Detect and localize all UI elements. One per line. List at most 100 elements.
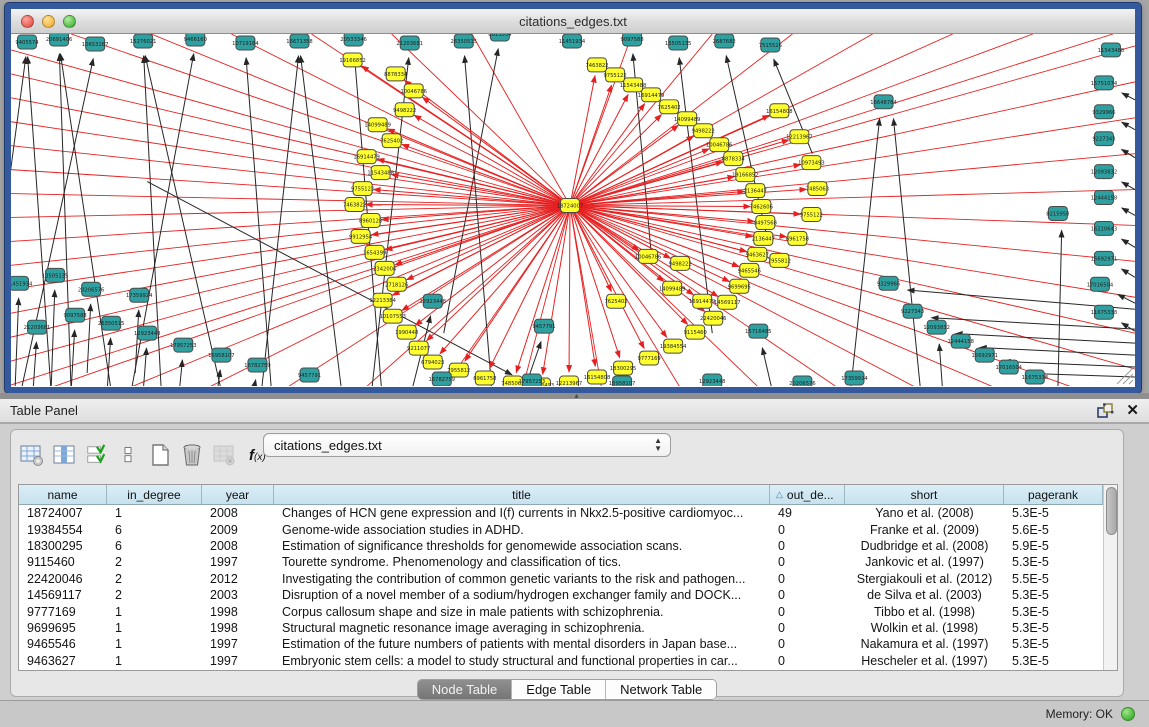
table-cell[interactable]: 2008 — [202, 506, 274, 520]
column-header-year[interactable]: year — [202, 485, 274, 504]
table-cell[interactable]: 9115460 — [19, 555, 107, 569]
table-row[interactable]: 1830029562008Estimation of significance … — [19, 538, 1103, 554]
network-node[interactable]: 20691406 — [46, 34, 72, 46]
table-row[interactable]: 1938455462009Genome-wide association stu… — [19, 521, 1103, 537]
table-cell[interactable]: de Silva et al. (2003) — [845, 588, 1004, 602]
network-node[interactable]: 15692971 — [971, 348, 997, 362]
network-node[interactable]: 19166852 — [732, 168, 758, 182]
network-node[interactable]: 15751074 — [1091, 76, 1118, 90]
table-row[interactable]: 946554611997Estimation of the future num… — [19, 636, 1103, 652]
network-node[interactable]: 6961758 — [473, 371, 496, 385]
network-hub-node[interactable]: 18724007 — [557, 199, 583, 213]
network-node[interactable]: 6794023 — [421, 355, 444, 369]
network-node[interactable]: 2136447 — [752, 231, 775, 245]
network-node[interactable]: 2136447 — [744, 184, 767, 198]
delete-trash-button[interactable] — [179, 442, 205, 468]
network-node[interactable]: 10719184 — [232, 36, 259, 50]
network-node[interactable]: 16958107 — [208, 348, 234, 362]
network-node[interactable]: 16210643 — [1091, 221, 1117, 235]
table-cell[interactable]: 22420046 — [19, 572, 107, 586]
table-cell[interactable]: 1 — [107, 654, 202, 668]
table-cell[interactable]: 18724007 — [19, 506, 107, 520]
network-node[interactable]: 10973493 — [798, 156, 824, 170]
network-node[interactable]: 16154808 — [766, 104, 792, 118]
minimize-window-button[interactable] — [42, 15, 55, 28]
network-node[interactable]: 20533346 — [340, 34, 366, 46]
network-node[interactable]: 16648784 — [870, 95, 897, 109]
network-node[interactable]: 7625402 — [380, 134, 403, 148]
table-cell[interactable]: 0 — [770, 523, 845, 537]
table-cell[interactable]: 2008 — [202, 539, 274, 553]
network-node[interactable]: 13505135 — [42, 268, 68, 282]
network-node[interactable]: 1990448 — [395, 325, 418, 339]
table-cell[interactable]: 0 — [770, 605, 845, 619]
network-node[interactable]: 13505135 — [665, 36, 691, 50]
table-cell[interactable]: 1 — [107, 637, 202, 651]
table-cell[interactable]: 9465546 — [19, 637, 107, 651]
network-node[interactable]: 26350515 — [98, 316, 124, 330]
network-node[interactable]: 9097588 — [621, 34, 644, 46]
network-node[interactable]: 10046786 — [706, 138, 732, 152]
table-row[interactable]: 2242004622012Investigating the contribut… — [19, 571, 1103, 587]
tab-edge-table[interactable]: Edge Table — [512, 680, 606, 699]
table-cell[interactable]: 14569117 — [19, 588, 107, 602]
network-node[interactable]: 7462606 — [750, 200, 773, 214]
network-node[interactable]: 7515526 — [759, 38, 782, 52]
table-cell[interactable]: 1998 — [202, 605, 274, 619]
table-cell[interactable]: Stergiakouli et al. (2012) — [845, 572, 1004, 586]
network-node[interactable]: 2718126 — [385, 277, 408, 291]
network-node[interactable]: 9912954 — [349, 229, 373, 243]
network-node[interactable]: 11451934 — [11, 276, 33, 290]
table-cell[interactable]: 1998 — [202, 621, 274, 635]
network-node[interactable]: 15276021 — [130, 34, 156, 48]
memory-ok-indicator-icon[interactable] — [1121, 707, 1135, 721]
table-cell[interactable]: 0 — [770, 637, 845, 651]
network-node[interactable]: 12923448 — [699, 374, 725, 386]
table-cell[interactable]: 5.9E-5 — [1004, 539, 1103, 553]
network-node[interactable]: 12923448 — [420, 294, 446, 308]
table-cell[interactable]: Wolkin et al. (1998) — [845, 621, 1004, 635]
network-node[interactable]: 17016504 — [1087, 277, 1114, 291]
network-node[interactable]: 16958107 — [609, 376, 635, 386]
table-row[interactable]: 946362711997Embryonic stem cells: a mode… — [19, 653, 1103, 669]
network-node[interactable]: 16914479 — [353, 150, 379, 164]
network-node[interactable]: 17359924 — [841, 371, 868, 385]
table-cell[interactable]: 0 — [770, 654, 845, 668]
table-cell[interactable]: 1 — [107, 605, 202, 619]
table-cell[interactable]: 1 — [107, 506, 202, 520]
network-node[interactable]: 17016504 — [996, 360, 1023, 374]
new-document-button[interactable] — [147, 442, 173, 468]
table-cell[interactable]: 2 — [107, 572, 202, 586]
tab-network-table[interactable]: Network Table — [606, 680, 716, 699]
network-node[interactable]: 11543488 — [367, 166, 393, 180]
network-node[interactable]: 9329966 — [877, 276, 900, 290]
column-header-name[interactable]: name — [19, 485, 107, 504]
network-node[interactable]: 7955812 — [768, 253, 791, 267]
table-cell[interactable]: Disruption of a novel member of a sodium… — [274, 588, 770, 602]
network-window-titlebar[interactable]: citations_edges.txt — [11, 9, 1135, 34]
network-node[interactable]: 9777169 — [638, 351, 661, 365]
network-node[interactable]: 12213967 — [786, 130, 812, 144]
network-node[interactable]: 12213384 — [369, 293, 396, 307]
table-cell[interactable]: 5.3E-5 — [1004, 637, 1103, 651]
select-columns-button[interactable] — [83, 442, 109, 468]
network-node[interactable]: 15692971 — [1091, 251, 1117, 265]
table-cell[interactable]: 0 — [770, 572, 845, 586]
network-node[interactable]: 10046786 — [400, 84, 426, 98]
table-cell[interactable]: Changes of HCN gene expression and I(f) … — [274, 506, 770, 520]
table-cell[interactable]: 2012 — [202, 572, 274, 586]
network-node[interactable]: 9498222 — [669, 256, 692, 270]
network-node[interactable]: 14569117 — [714, 295, 740, 309]
column-header-in-degree[interactable]: in_degree — [107, 485, 202, 504]
table-cell[interactable]: Estimation of the future numbers of pati… — [274, 637, 770, 651]
network-node[interactable]: 9497568 — [754, 215, 777, 229]
table-cell[interactable]: 2 — [107, 588, 202, 602]
table-cell[interactable]: 2 — [107, 555, 202, 569]
table-select-dropdown[interactable]: citations_edges.txt ▲▼ — [263, 433, 671, 457]
network-node[interactable]: 9755122 — [351, 182, 374, 196]
table-cell[interactable]: 0 — [770, 555, 845, 569]
network-canvas[interactable]: 1916685288783341004678694982221409948976… — [11, 34, 1135, 386]
network-node[interactable]: 12213967 — [556, 376, 582, 386]
table-cell[interactable]: Genome-wide association studies in ADHD. — [274, 523, 770, 537]
table-cell[interactable]: Dudbridge et al. (2008) — [845, 539, 1004, 553]
